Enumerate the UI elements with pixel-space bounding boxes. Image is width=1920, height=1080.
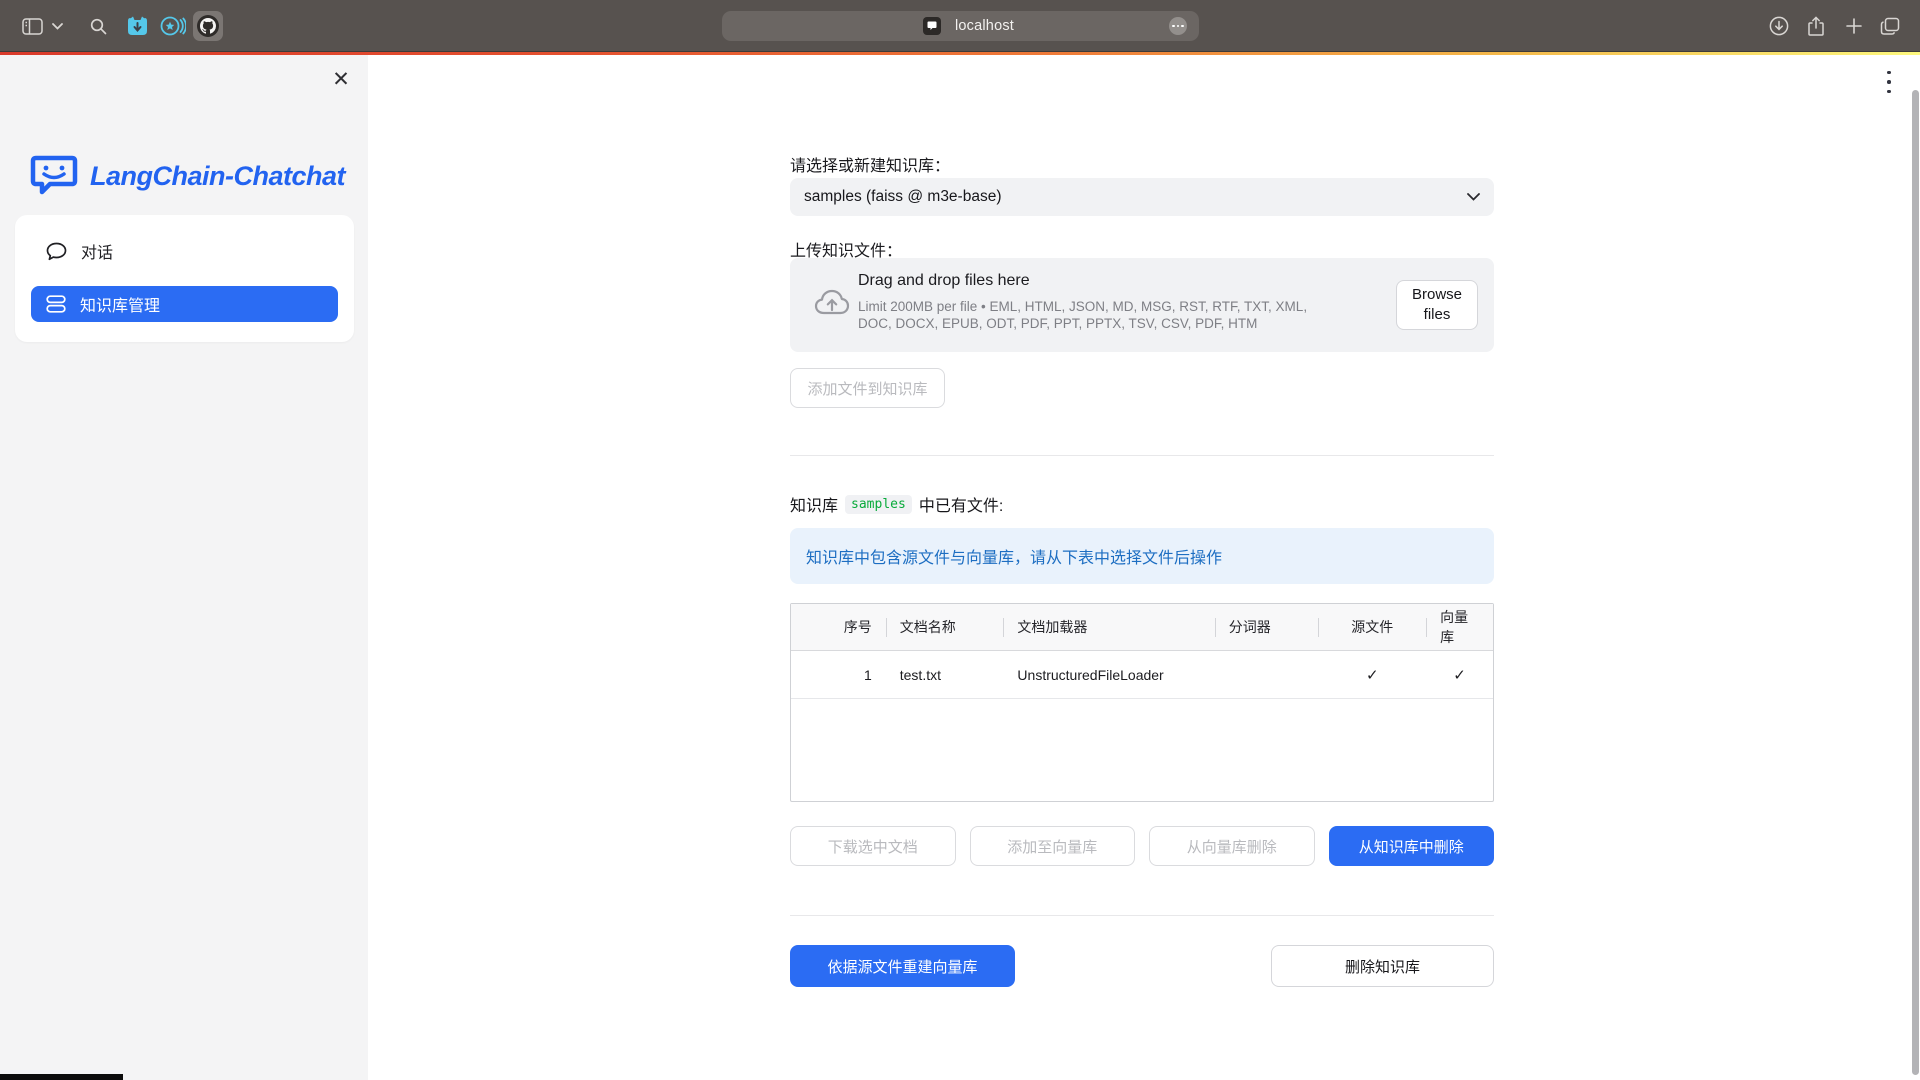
file-dropzone[interactable]: Drag and drop files here Limit 200MB per… bbox=[790, 258, 1494, 352]
more-options-icon[interactable] bbox=[1880, 65, 1898, 99]
add-to-vector-store-button[interactable]: 添加至向量库 bbox=[970, 826, 1136, 866]
reader-extension-icon[interactable] bbox=[158, 0, 188, 52]
url-text: localhost bbox=[955, 18, 1014, 34]
site-favicon bbox=[923, 17, 941, 35]
kb-name-code: samples bbox=[845, 495, 912, 514]
chevron-down-icon bbox=[1467, 193, 1480, 201]
bottom-left-strip bbox=[0, 1074, 123, 1080]
info-banner: 知识库中包含源文件与向量库，请从下表中选择文件后操作 bbox=[790, 528, 1494, 584]
chat-bubble-icon bbox=[46, 242, 67, 261]
delete-from-kb-button[interactable]: 从知识库中删除 bbox=[1329, 826, 1495, 866]
cell-loader: UnstructuredFileLoader bbox=[1003, 651, 1214, 698]
delete-kb-button[interactable]: 删除知识库 bbox=[1271, 945, 1494, 987]
database-icon bbox=[46, 295, 66, 313]
page-options-icon[interactable] bbox=[1169, 17, 1187, 35]
dropzone-hint: Limit 200MB per file • EML, HTML, JSON, … bbox=[858, 298, 1336, 332]
kb-files-heading: 知识库 samples 中已有文件: bbox=[790, 492, 1003, 516]
sidebar-item-dialogue[interactable]: 对话 bbox=[31, 233, 338, 269]
row-action-buttons: 下载选中文档 添加至向量库 从向量库删除 从知识库中删除 bbox=[790, 826, 1494, 866]
cell-source-file-check: ✓ bbox=[1318, 651, 1426, 698]
kb-files-table[interactable]: 序号 文档名称 文档加载器 分词器 源文件 向量库 1 test.txt Uns… bbox=[790, 603, 1494, 802]
col-header-source-file: 源文件 bbox=[1318, 604, 1426, 650]
logo-chat-bubble-icon bbox=[30, 155, 78, 197]
cat-catch-extension-icon[interactable] bbox=[122, 0, 152, 52]
dropzone-title: Drag and drop files here bbox=[858, 272, 1030, 290]
cloud-upload-icon bbox=[814, 288, 850, 316]
download-selected-button[interactable]: 下载选中文档 bbox=[790, 826, 956, 866]
divider bbox=[790, 915, 1494, 916]
nav-card: 对话 知识库管理 bbox=[15, 215, 354, 342]
chevron-down-icon[interactable] bbox=[50, 0, 64, 52]
col-header-splitter: 分词器 bbox=[1215, 604, 1319, 650]
sidebar-item-label: 对话 bbox=[81, 239, 113, 263]
delete-from-vector-store-button[interactable]: 从向量库删除 bbox=[1149, 826, 1315, 866]
col-header-loader: 文档加载器 bbox=[1003, 604, 1214, 650]
rebuild-vector-store-button[interactable]: 依据源文件重建向量库 bbox=[790, 945, 1015, 987]
kb-action-buttons: 依据源文件重建向量库 删除知识库 bbox=[790, 945, 1494, 987]
table-header: 序号 文档名称 文档加载器 分词器 源文件 向量库 bbox=[791, 604, 1493, 651]
search-icon[interactable] bbox=[87, 0, 109, 52]
logo-text: LangChain-Chatchat bbox=[90, 161, 345, 192]
share-icon[interactable] bbox=[1805, 0, 1827, 52]
tab-overview-icon[interactable] bbox=[1878, 0, 1902, 52]
github-extension-icon[interactable] bbox=[193, 0, 223, 52]
main-area: 请选择或新建知识库： samples (faiss @ m3e-base) 上传… bbox=[368, 55, 1920, 1080]
col-header-vector-store: 向量库 bbox=[1426, 604, 1493, 650]
col-header-name: 文档名称 bbox=[886, 604, 1004, 650]
download-icon[interactable] bbox=[1768, 0, 1790, 52]
col-header-index: 序号 bbox=[791, 604, 886, 650]
cell-vector-store-check: ✓ bbox=[1426, 651, 1493, 698]
cell-index: 1 bbox=[791, 651, 886, 698]
kb-select-value: samples (faiss @ m3e-base) bbox=[804, 188, 1002, 206]
table-row[interactable]: 1 test.txt UnstructuredFileLoader ✓ ✓ bbox=[791, 651, 1493, 699]
cell-name: test.txt bbox=[886, 651, 1004, 698]
address-bar[interactable]: localhost bbox=[722, 11, 1199, 41]
app-logo: LangChain-Chatchat bbox=[30, 155, 345, 197]
screen: localhost ✕ LangChain-Chatchat bbox=[0, 0, 1920, 1080]
sidebar: ✕ LangChain-Chatchat 对话 知识库管理 bbox=[0, 55, 368, 1080]
browser-toolbar: localhost bbox=[0, 0, 1920, 52]
sidebar-toggle-icon[interactable] bbox=[20, 0, 44, 52]
sidebar-item-label: 知识库管理 bbox=[80, 292, 160, 316]
kb-select[interactable]: samples (faiss @ m3e-base) bbox=[790, 178, 1494, 216]
select-kb-label: 请选择或新建知识库： bbox=[790, 152, 950, 176]
browse-files-button[interactable]: Browse files bbox=[1396, 280, 1478, 330]
vertical-scrollbar[interactable] bbox=[1912, 90, 1919, 1075]
cell-splitter bbox=[1215, 651, 1319, 698]
sidebar-item-kb-management[interactable]: 知识库管理 bbox=[31, 286, 338, 322]
close-sidebar-icon[interactable]: ✕ bbox=[330, 69, 352, 91]
new-tab-icon[interactable] bbox=[1844, 0, 1864, 52]
add-files-to-kb-button[interactable]: 添加文件到知识库 bbox=[790, 368, 945, 408]
divider bbox=[790, 455, 1494, 456]
